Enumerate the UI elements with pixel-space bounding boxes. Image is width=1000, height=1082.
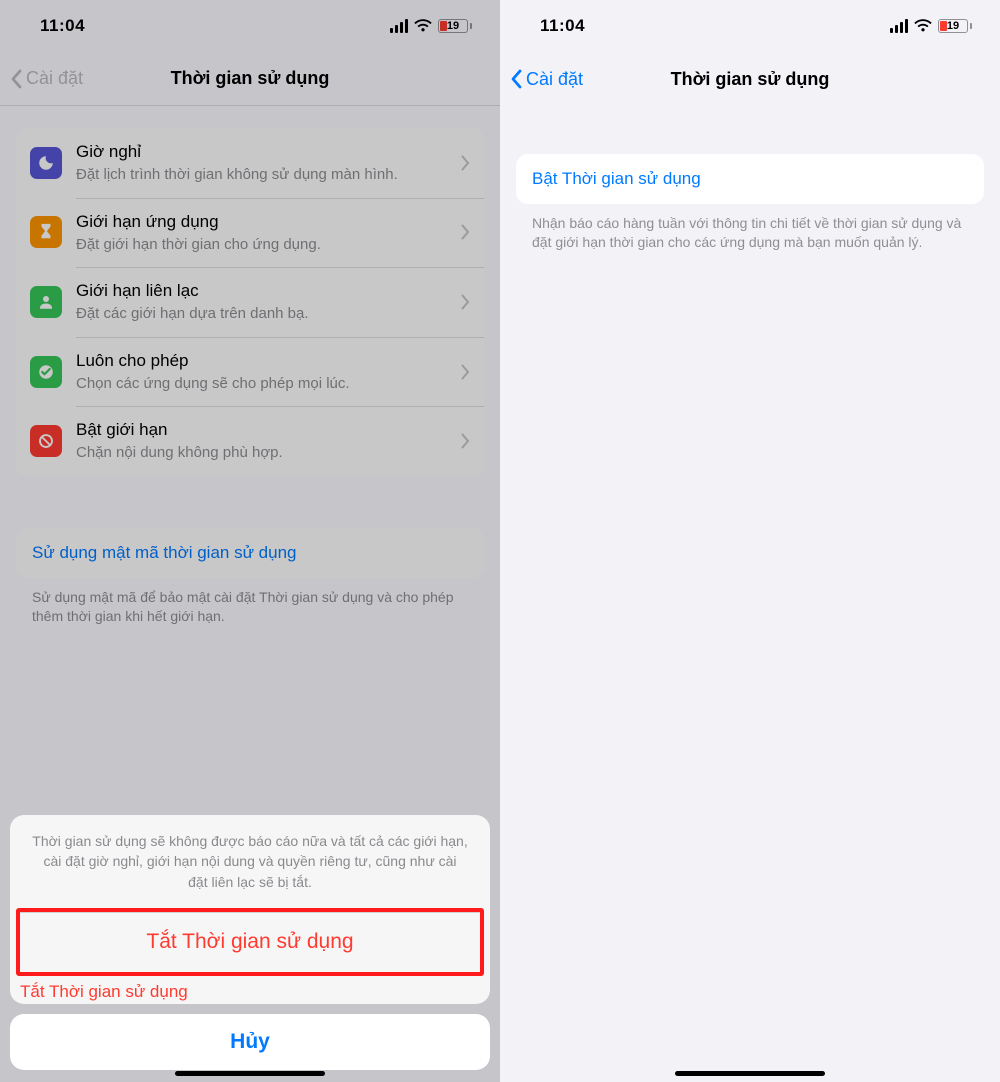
nav-bar: Cài đặt Thời gian sử dụng	[500, 52, 1000, 106]
row-downtime[interactable]: Giờ nghỉ Đặt lịch trình thời gian không …	[16, 128, 484, 198]
home-indicator[interactable]	[175, 1071, 325, 1076]
phone-screen-right: 11:04 19 Cài đặt Thời gian sử dụng Bật T…	[500, 0, 1000, 1082]
status-time: 11:04	[540, 16, 585, 36]
status-icons: 19	[390, 19, 472, 33]
status-time: 11:04	[40, 16, 85, 36]
settings-list: Giờ nghỉ Đặt lịch trình thời gian không …	[16, 128, 484, 476]
turn-off-screen-time-behind: Tắt Thời gian sử dụng	[10, 976, 490, 1004]
row-always-allowed[interactable]: Luôn cho phép Chọn các ứng dụng sẽ cho p…	[16, 337, 484, 407]
use-passcode-label: Sử dụng mật mã thời gian sử dụng	[32, 543, 297, 562]
checkmark-icon	[30, 356, 62, 388]
cellular-icon	[390, 19, 408, 33]
row-title: Giới hạn ứng dụng	[76, 211, 447, 233]
row-subtitle: Đặt lịch trình thời gian không sử dụng m…	[76, 165, 447, 185]
nav-back-label: Cài đặt	[526, 69, 583, 90]
chevron-right-icon	[461, 224, 470, 240]
prohibit-icon	[30, 425, 62, 457]
use-passcode-button[interactable]: Sử dụng mật mã thời gian sử dụng	[16, 528, 484, 578]
enable-screen-time-button[interactable]: Bật Thời gian sử dụng	[516, 154, 984, 204]
battery-icon: 19	[438, 19, 472, 33]
nav-back-button[interactable]: Cài đặt	[510, 69, 583, 90]
chevron-right-icon	[461, 155, 470, 171]
row-title: Giới hạn liên lạc	[76, 280, 447, 302]
phone-screen-left: 11:04 19 Cài đặt Thời gian sử dụng	[0, 0, 500, 1082]
action-sheet-message: Thời gian sử dụng sẽ không được báo cáo …	[10, 815, 490, 908]
row-subtitle: Đặt giới hạn thời gian cho ứng dụng.	[76, 235, 447, 255]
nav-back-button[interactable]: Cài đặt	[10, 68, 83, 89]
cellular-icon	[890, 19, 908, 33]
battery-icon: 19	[938, 19, 972, 33]
enable-screen-time-label: Bật Thời gian sử dụng	[532, 169, 701, 188]
wifi-icon	[414, 19, 432, 33]
chevron-right-icon	[461, 364, 470, 380]
turn-off-screen-time-button[interactable]: Tắt Thời gian sử dụng	[20, 912, 480, 972]
moon-icon	[30, 147, 62, 179]
row-title: Bật giới hạn	[76, 419, 447, 441]
status-bar: 11:04 19	[500, 0, 1000, 52]
row-subtitle: Chọn các ứng dụng sẽ cho phép mọi lúc.	[76, 374, 447, 394]
status-bar: 11:04 19	[0, 0, 500, 52]
hourglass-icon	[30, 216, 62, 248]
chevron-right-icon	[461, 294, 470, 310]
chevron-left-icon	[510, 69, 522, 89]
passcode-footer-text: Sử dụng mật mã để bảo mật cài đặt Thời g…	[16, 578, 484, 626]
nav-back-label: Cài đặt	[26, 68, 83, 89]
row-subtitle: Chặn nội dung không phù hợp.	[76, 443, 447, 463]
highlight-box: Tắt Thời gian sử dụng	[16, 908, 484, 976]
cancel-button[interactable]: Hủy	[10, 1014, 490, 1070]
status-icons: 19	[890, 19, 972, 33]
chevron-right-icon	[461, 433, 470, 449]
row-title: Giờ nghỉ	[76, 141, 447, 163]
row-app-limits[interactable]: Giới hạn ứng dụng Đặt giới hạn thời gian…	[16, 198, 484, 268]
row-communication-limits[interactable]: Giới hạn liên lạc Đặt các giới hạn dựa t…	[16, 267, 484, 337]
action-sheet: Thời gian sử dụng sẽ không được báo cáo …	[10, 815, 490, 1070]
row-title: Luôn cho phép	[76, 350, 447, 372]
nav-bar: Cài đặt Thời gian sử dụng	[0, 52, 500, 106]
row-content-restrictions[interactable]: Bật giới hạn Chặn nội dung không phù hợp…	[16, 406, 484, 476]
chevron-left-icon	[10, 69, 22, 89]
row-subtitle: Đặt các giới hạn dựa trên danh bạ.	[76, 304, 447, 324]
home-indicator[interactable]	[675, 1071, 825, 1076]
enable-footer-text: Nhận báo cáo hàng tuần với thông tin chi…	[516, 204, 984, 252]
person-icon	[30, 286, 62, 318]
wifi-icon	[914, 19, 932, 33]
